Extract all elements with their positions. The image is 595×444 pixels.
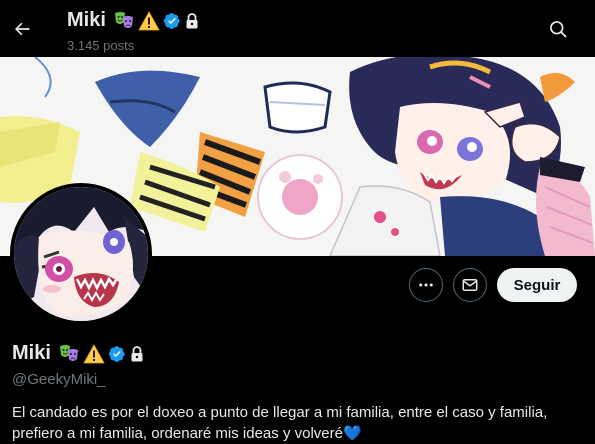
lock-icon: [129, 345, 145, 363]
header-display-name: Miki: [67, 9, 106, 31]
envelope-icon: [462, 279, 478, 291]
verified-badge-icon[interactable]: [108, 345, 126, 363]
search-button[interactable]: [544, 15, 572, 43]
warning-emoji: [138, 10, 160, 32]
profile-display-name: Miki: [12, 342, 51, 364]
theater-masks-emoji: [113, 10, 135, 32]
avatar[interactable]: [14, 187, 148, 321]
profile-handle: @GeekyMiki_: [12, 371, 106, 388]
header-name-row: Miki: [67, 9, 200, 32]
arrow-left-icon: [15, 22, 30, 36]
lock-icon: [184, 12, 200, 30]
posts-count: 3.145 posts: [67, 38, 135, 53]
profile-bio: El candado es por el doxeo a punto de ll…: [12, 404, 548, 442]
follow-button[interactable]: Seguir: [497, 268, 577, 302]
message-button[interactable]: [453, 268, 487, 302]
back-button[interactable]: [8, 15, 36, 43]
theater-masks-emoji: [58, 343, 80, 365]
top-bar: Miki 3.145 posts: [0, 0, 595, 57]
warning-emoji: [83, 343, 105, 365]
search-icon: [550, 21, 567, 38]
more-horizontal-icon: [419, 283, 433, 287]
profile-name-row: Miki: [12, 342, 145, 365]
verified-badge-icon[interactable]: [163, 12, 181, 30]
more-options-button[interactable]: [409, 268, 443, 302]
